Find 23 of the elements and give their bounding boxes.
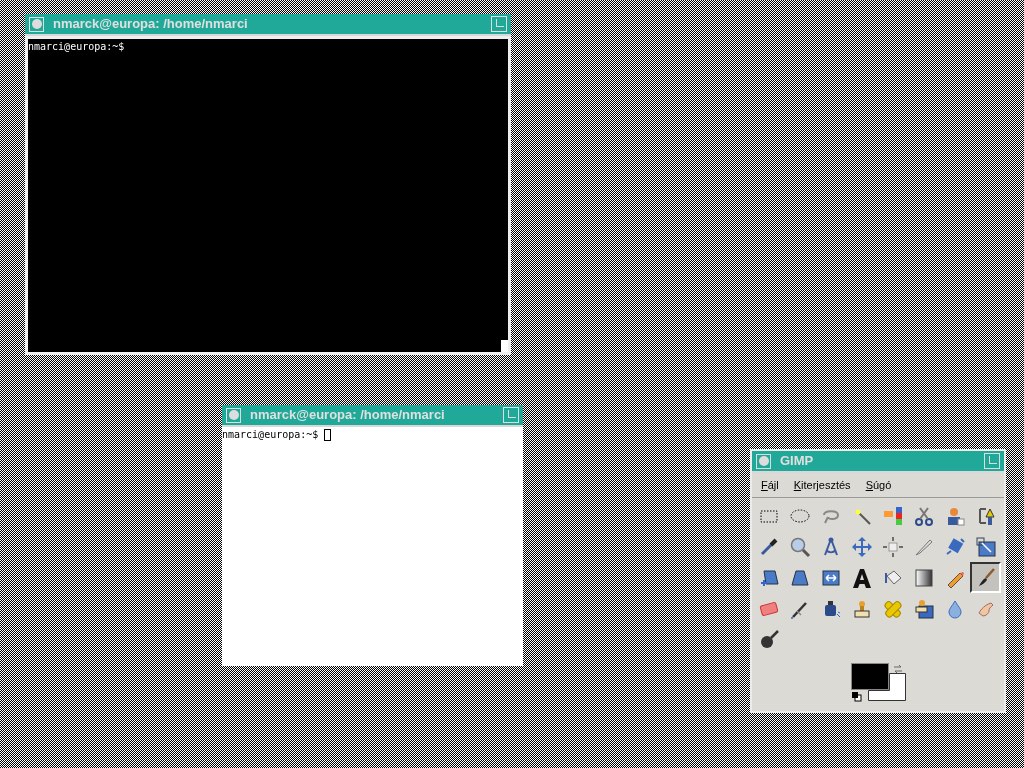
terminal-cursor	[324, 428, 332, 441]
move-arrows-icon	[850, 535, 873, 558]
background-color-swatch[interactable]	[868, 673, 906, 701]
terminal-prompt: nmarci@europa:~$	[28, 40, 125, 53]
resize-grip[interactable]	[501, 340, 508, 352]
align-icon	[881, 535, 904, 558]
tool-button[interactable]	[970, 562, 1001, 593]
window-title: GIMP	[780, 452, 815, 471]
foreground-color-swatch[interactable]	[851, 663, 889, 690]
stamp-on-card-icon	[912, 597, 935, 620]
window-title: nmarck@europa: /home/nmarci	[53, 15, 249, 34]
menu-item[interactable]: Fájl	[760, 476, 780, 494]
swap-arrows-icon[interactable]	[892, 663, 904, 675]
window-title: nmarck@europa: /home/nmarci	[250, 406, 446, 425]
colored-blocks-icon	[881, 504, 904, 527]
default-colors-icon[interactable]	[852, 692, 862, 702]
scale-icon	[974, 535, 997, 558]
gradient-square-icon	[912, 566, 935, 589]
menu-item[interactable]: Kiterjesztés	[792, 476, 852, 494]
magnifier-icon	[788, 535, 811, 558]
terminal-prompt: nmarci@europa:~$	[222, 428, 319, 441]
menu-item[interactable]: Súgó	[864, 476, 893, 494]
letter-a-icon	[850, 566, 873, 589]
